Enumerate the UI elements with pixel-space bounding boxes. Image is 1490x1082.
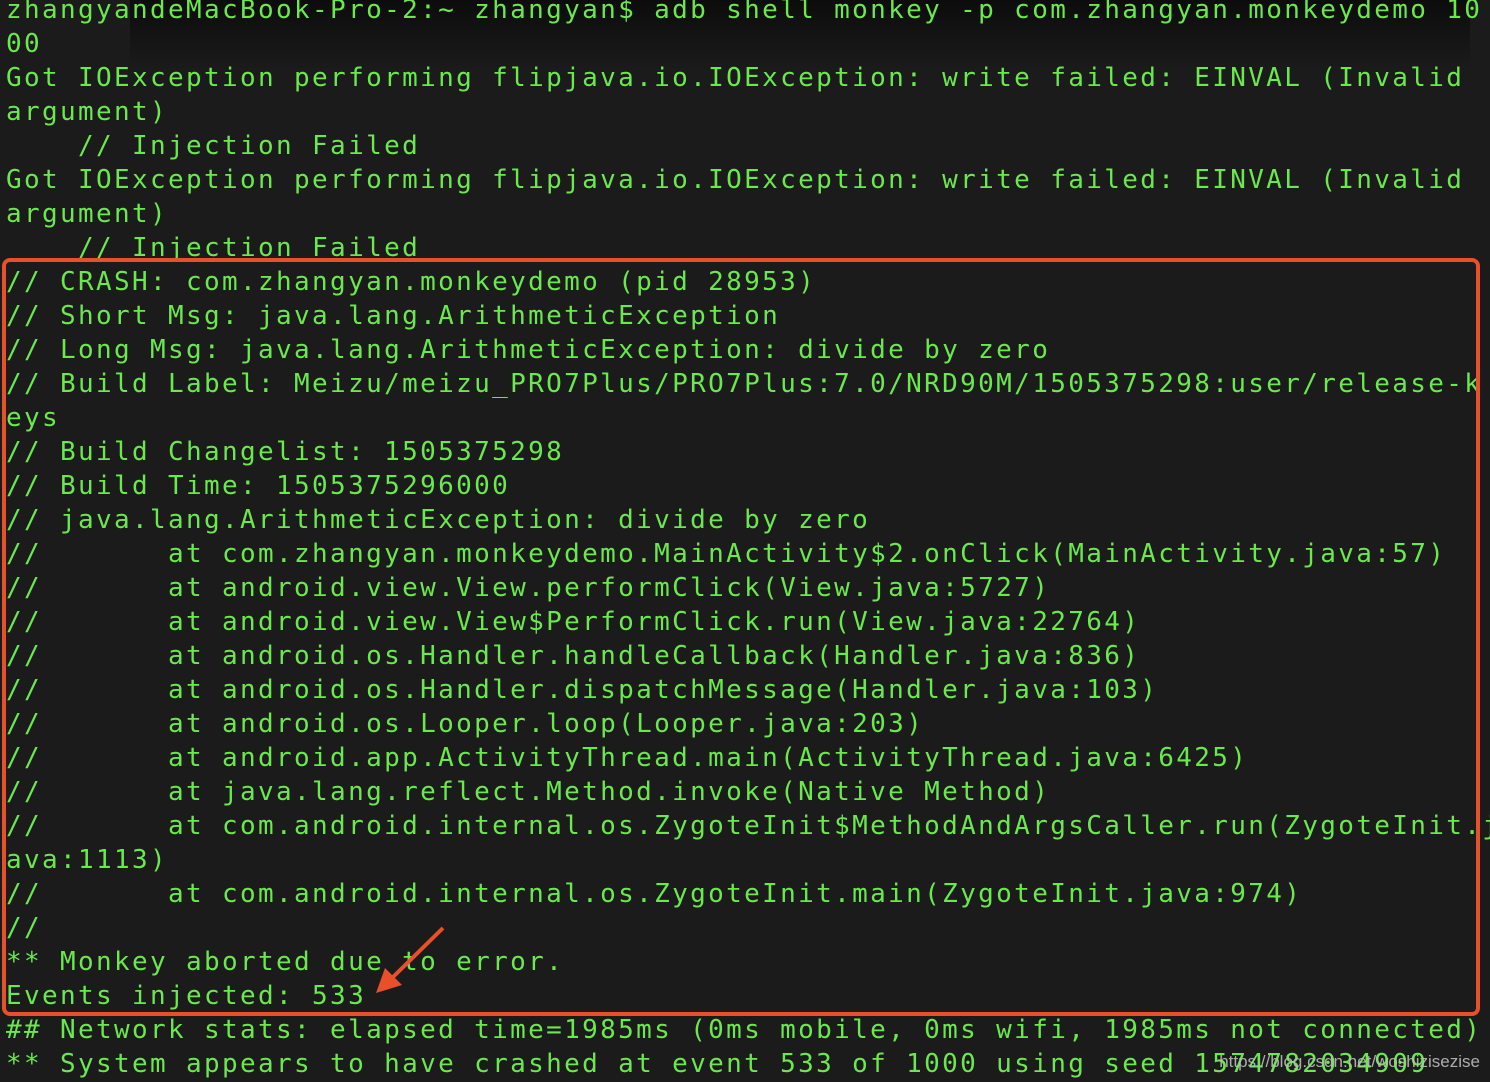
arrow-annotation-icon (376, 926, 445, 993)
watermark: https://blog.csdn.net/woshizisezise (1219, 1052, 1480, 1071)
